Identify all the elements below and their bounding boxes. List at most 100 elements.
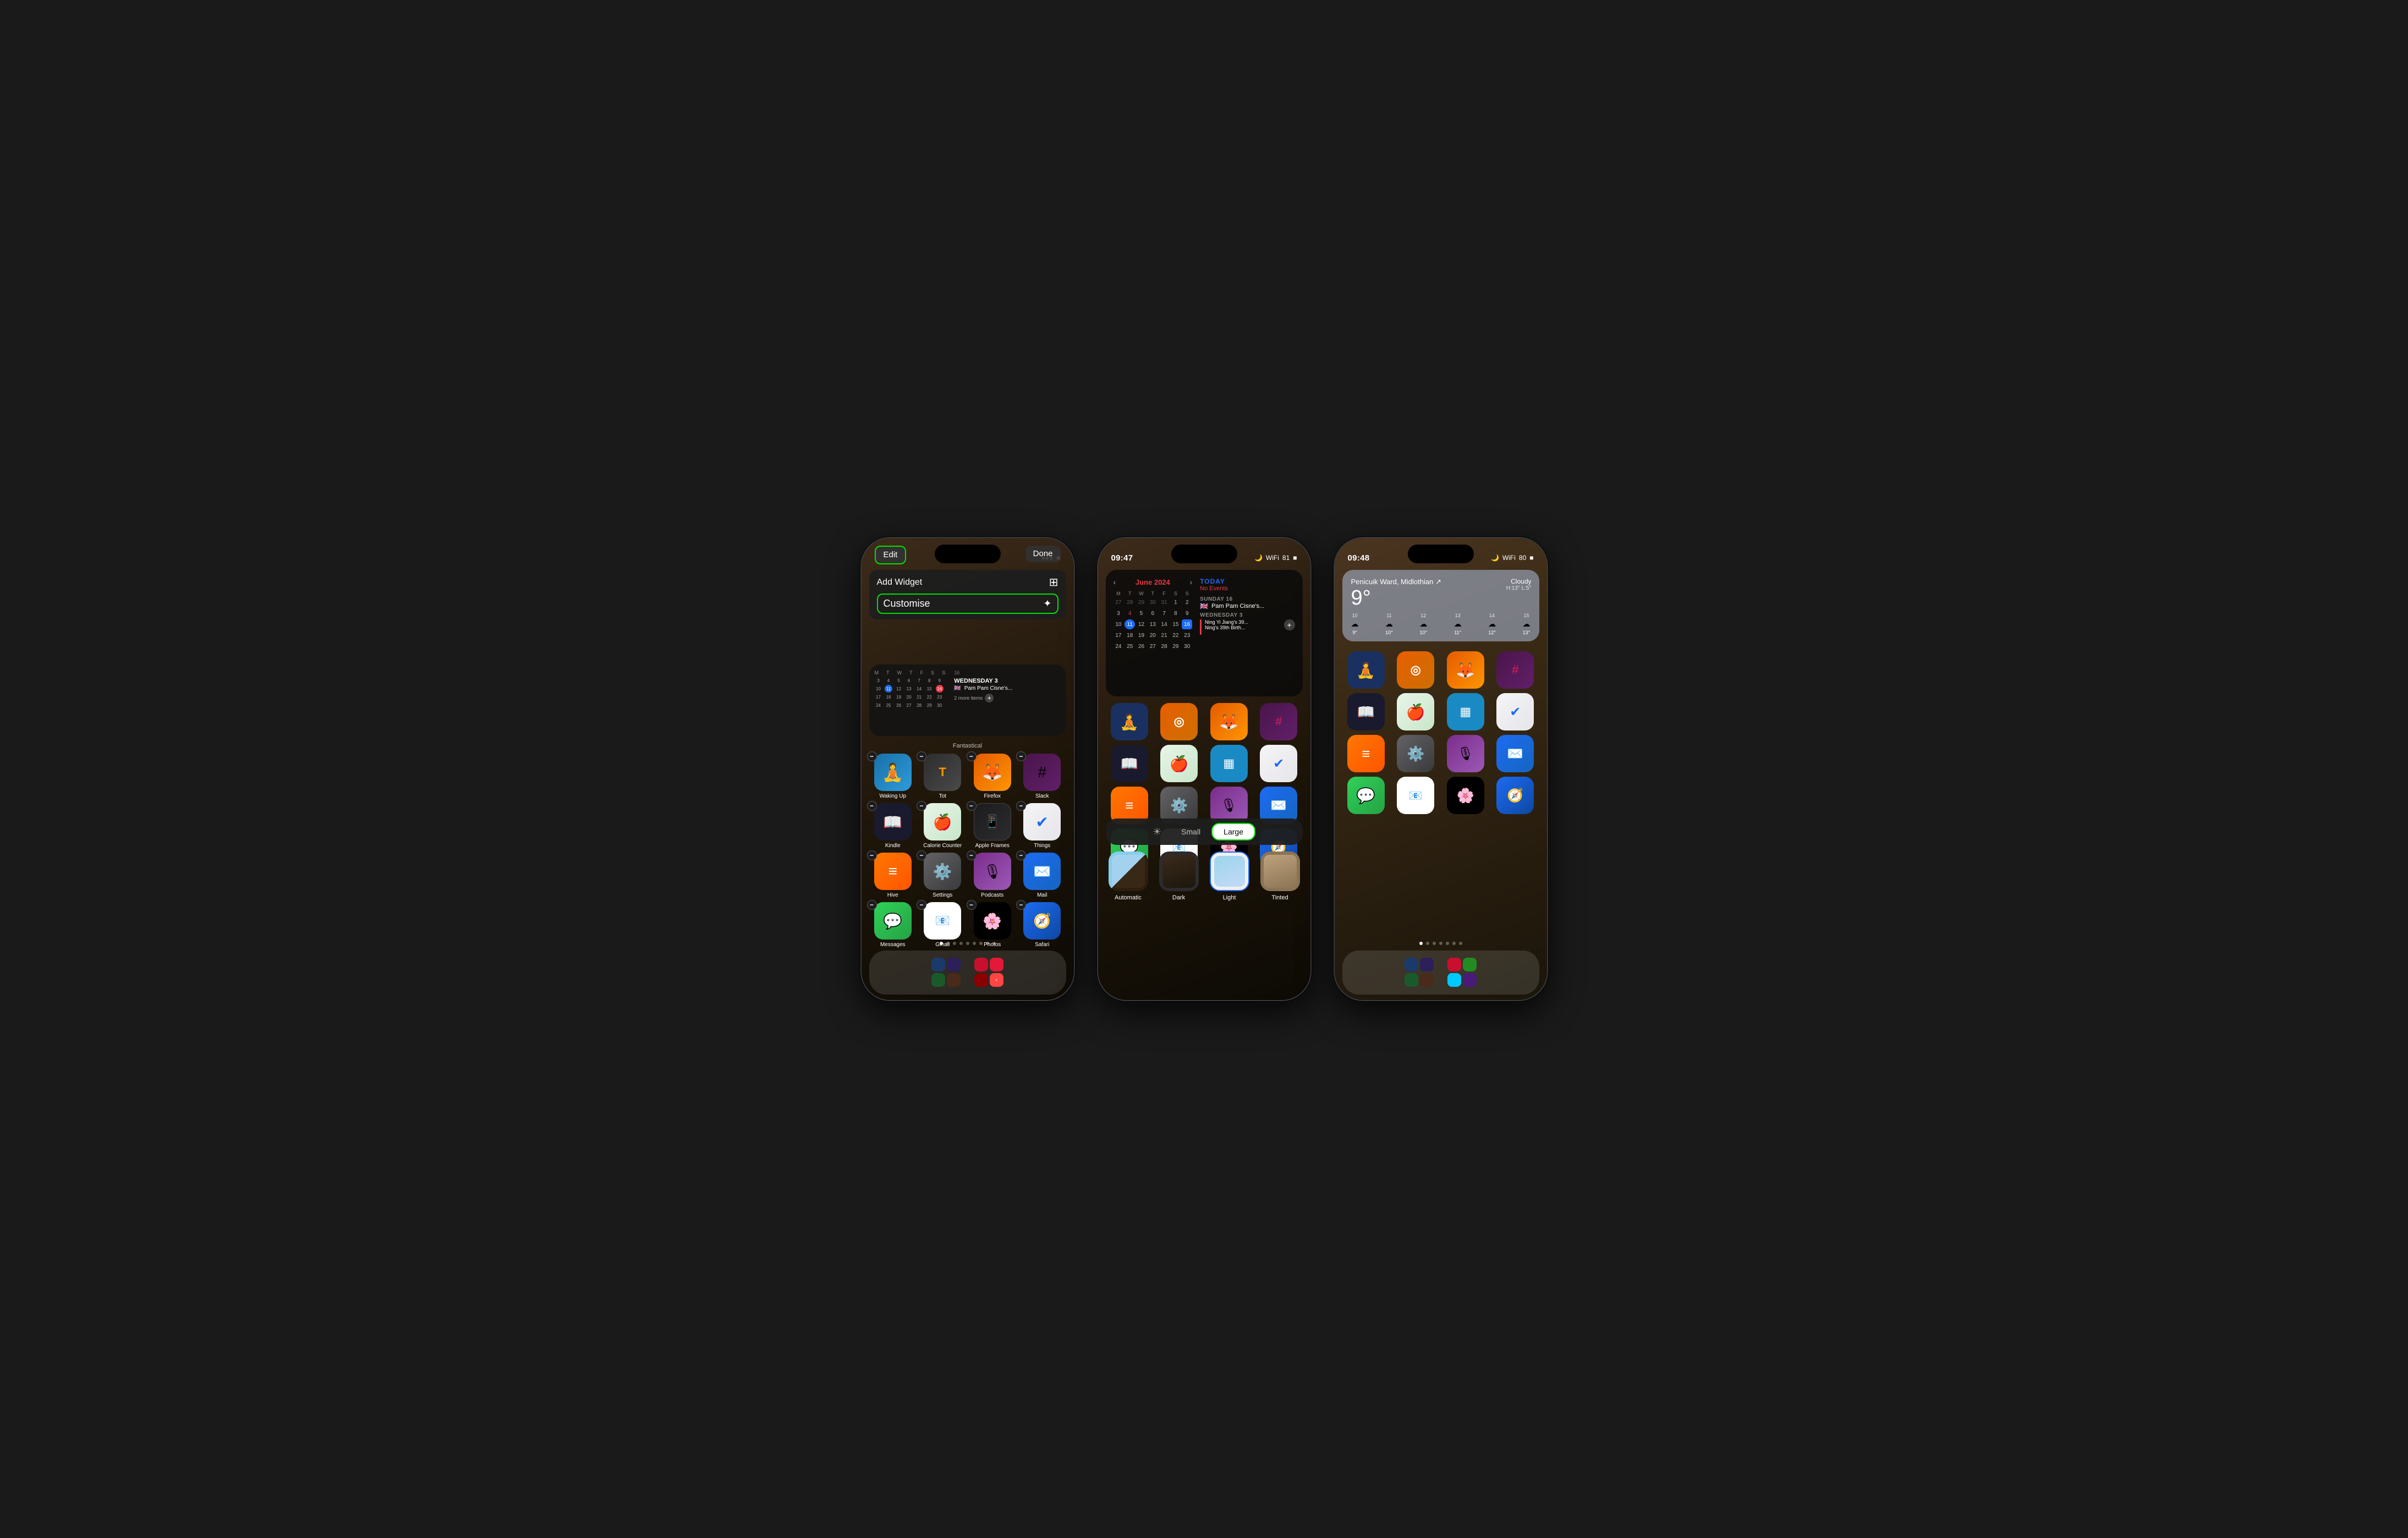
- app-slack[interactable]: − # Slack: [1018, 754, 1066, 799]
- minus-badge[interactable]: −: [1016, 900, 1026, 910]
- p3-icon-11: 🎙: [1447, 735, 1484, 772]
- forecast-11: 11 ☁ 10°: [1385, 613, 1393, 635]
- p3-dot-3: [1433, 942, 1436, 945]
- minus-badge[interactable]: −: [867, 900, 877, 910]
- app-firefox[interactable]: − 🦊 Firefox: [969, 754, 1017, 799]
- appear-light[interactable]: Light: [1210, 852, 1249, 901]
- p3-app-6[interactable]: 🍎: [1392, 693, 1440, 730]
- p2-app-5: 📖: [1106, 745, 1154, 782]
- weather-location-text: Penicuik Ward, Midlothian: [1351, 578, 1434, 586]
- weather-forecast: 10 ☁ 9° 11 ☁ 10° 12 ☁ 10°: [1351, 613, 1531, 635]
- p3-dot-4: [1439, 942, 1442, 945]
- minus-badge[interactable]: −: [1016, 850, 1026, 860]
- weather-widget[interactable]: Penicuik Ward, Midlothian ↗ 9° Cloudy H:…: [1342, 570, 1539, 641]
- p2-app-3: 🦊: [1205, 703, 1253, 740]
- brightness-icon: ☀: [1153, 826, 1161, 838]
- p3-icon-13: 💬: [1347, 777, 1385, 814]
- p3-app-8[interactable]: ✔: [1491, 693, 1539, 730]
- p3-dock-group-2: [1447, 958, 1477, 987]
- gmail-icon: 📧: [924, 902, 961, 940]
- size-small-button[interactable]: Small: [1170, 824, 1211, 839]
- location-arrow-icon: ↗: [1435, 578, 1441, 586]
- appear-thumb-light: [1210, 852, 1249, 891]
- p3-dot-7: [1459, 942, 1462, 945]
- p3-app-13[interactable]: 💬: [1342, 777, 1390, 814]
- minus-badge[interactable]: −: [867, 751, 877, 761]
- customise-label: Customise: [884, 598, 930, 609]
- app-photos[interactable]: − 🌸 Photos: [969, 902, 1017, 948]
- cal-next[interactable]: ›: [1189, 578, 1192, 586]
- app-tot[interactable]: − T Tot: [919, 754, 967, 799]
- p3-app-10[interactable]: ⚙️: [1392, 735, 1440, 772]
- minus-badge[interactable]: −: [917, 900, 926, 910]
- app-calorie[interactable]: − 🍎 Calorie Counter: [919, 803, 967, 849]
- minus-badge[interactable]: −: [917, 801, 926, 811]
- phone-2-status-icons: 🌙 WiFi 81 ■: [1254, 554, 1297, 562]
- minus-badge[interactable]: −: [867, 801, 877, 811]
- minus-badge[interactable]: −: [967, 801, 977, 811]
- moon-icon-3: 🌙: [1491, 554, 1499, 562]
- p2-app-8: ✔: [1255, 745, 1303, 782]
- dock-mini-2: [947, 958, 961, 971]
- wifi-icon-3: WiFi: [1502, 554, 1516, 562]
- appear-tinted[interactable]: Tinted: [1260, 852, 1300, 901]
- p3-icon-4: #: [1496, 651, 1534, 689]
- calendar-widget-big[interactable]: ‹ June 2024 › MTWTFSS 272829303112 34567…: [1106, 570, 1303, 696]
- app-hive[interactable]: − ≡ Hive: [869, 853, 917, 898]
- p3-app-7[interactable]: ▦: [1442, 693, 1490, 730]
- app-messages[interactable]: − 💬 Messages: [869, 902, 917, 948]
- p3-app-12[interactable]: ✉️: [1491, 735, 1539, 772]
- app-mail[interactable]: − ✉️ Mail: [1018, 853, 1066, 898]
- phone-1-dynamic-island: [935, 545, 1001, 563]
- p3-app-16[interactable]: 🧭: [1491, 777, 1539, 814]
- minus-badge[interactable]: −: [1016, 751, 1026, 761]
- done-button[interactable]: Done: [1025, 546, 1061, 562]
- app-gmail[interactable]: − 📧 Gmail: [919, 902, 967, 948]
- p3-app-9[interactable]: ≡: [1342, 735, 1390, 772]
- minus-badge[interactable]: −: [967, 751, 977, 761]
- minus-badge[interactable]: −: [1016, 801, 1026, 811]
- podcasts-icon: 🎙: [974, 853, 1011, 890]
- minus-badge[interactable]: −: [967, 850, 977, 860]
- magic-wand-icon: ✦: [1043, 598, 1051, 609]
- edit-button[interactable]: Edit: [875, 546, 907, 564]
- battery-icon-3: ■: [1529, 554, 1533, 562]
- fantastical-widget[interactable]: MTWTFSS 3456789 10111213141516 171819202…: [869, 664, 1066, 736]
- p3-app-3[interactable]: 🦊: [1442, 651, 1490, 689]
- appear-dark[interactable]: Dark: [1159, 852, 1199, 901]
- p2-app-4: #: [1255, 703, 1303, 740]
- app-apple-frames[interactable]: − 📱 Apple Frames: [969, 803, 1017, 849]
- app-podcasts[interactable]: − 🎙 Podcasts: [969, 853, 1017, 898]
- minus-badge[interactable]: −: [967, 900, 977, 910]
- phone-1: ●●● ■ Edit Done Add Widget ⊞ Customise: [860, 537, 1075, 1001]
- size-row: ☀ Small Large: [1106, 819, 1303, 845]
- p3-icon-5: 📖: [1347, 693, 1385, 730]
- minus-badge[interactable]: −: [917, 751, 926, 761]
- p2-icon-5: 📖: [1111, 745, 1148, 782]
- p3-app-5[interactable]: 📖: [1342, 693, 1390, 730]
- app-things[interactable]: − ✔ Things: [1018, 803, 1066, 849]
- safari-icon: 🧭: [1023, 902, 1061, 940]
- minus-badge[interactable]: −: [867, 850, 877, 860]
- cal-prev[interactable]: ‹: [1114, 578, 1116, 586]
- add-event-btn[interactable]: +: [1284, 619, 1295, 630]
- p3-app-1[interactable]: 🧘: [1342, 651, 1390, 689]
- p3-app-2[interactable]: ◎: [1392, 651, 1440, 689]
- app-safari[interactable]: − 🧭 Safari: [1018, 902, 1066, 948]
- app-kindle[interactable]: − 📖 Kindle: [869, 803, 917, 849]
- dock-group-1: [931, 958, 961, 987]
- p3-app-15[interactable]: 🌸: [1442, 777, 1490, 814]
- things-icon: ✔: [1023, 803, 1061, 841]
- p3-icon-1: 🧘: [1347, 651, 1385, 689]
- p3-app-11[interactable]: 🎙: [1442, 735, 1490, 772]
- appear-automatic[interactable]: Automatic: [1109, 852, 1148, 901]
- app-waking-up[interactable]: − 🧘 Waking Up: [869, 754, 917, 799]
- app-settings[interactable]: − ⚙️ Settings: [919, 853, 967, 898]
- minus-badge[interactable]: −: [917, 850, 926, 860]
- customise-row[interactable]: Customise ✦: [877, 594, 1058, 614]
- firefox-icon: 🦊: [974, 754, 1011, 791]
- tot-icon: T: [924, 754, 961, 791]
- size-large-button[interactable]: Large: [1211, 823, 1255, 841]
- p3-app-14[interactable]: 📧: [1392, 777, 1440, 814]
- p3-app-4[interactable]: #: [1491, 651, 1539, 689]
